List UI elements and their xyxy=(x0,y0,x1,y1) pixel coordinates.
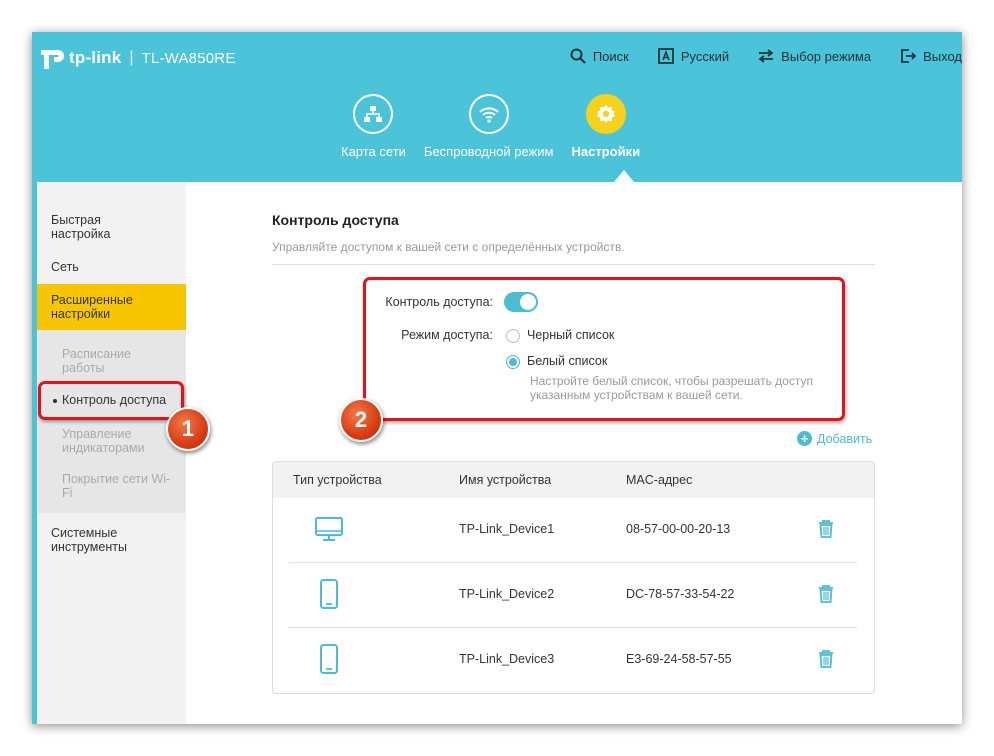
table-row: TP-Link_Device1 08-57-00-00-20-13 xyxy=(289,498,857,563)
sidebar-item-advanced[interactable]: Расширенные настройки xyxy=(51,293,161,321)
device-name: TP-Link_Device1 xyxy=(459,522,555,536)
main-tabs: Карта сети Беспроводной режим Настройки xyxy=(332,94,658,159)
sidebar-item-quick-setup[interactable]: Быстрая настройка xyxy=(51,213,141,241)
mode-select-button[interactable]: Выбор режима xyxy=(757,47,871,65)
smartphone-icon xyxy=(320,579,338,609)
step-badge-2: 2 xyxy=(339,398,383,442)
step-badge-1: 1 xyxy=(166,407,210,451)
logout-button[interactable]: Выход xyxy=(899,47,962,65)
active-tab-pointer xyxy=(614,170,634,182)
sidebar: Быстрая настройка Сеть Расширенные настр… xyxy=(37,182,186,724)
device-table: Тип устройства Имя устройства MAC-адрес … xyxy=(272,461,875,694)
header-device-name: Имя устройства xyxy=(459,473,552,487)
tab-wireless-label: Беспроводной режим xyxy=(423,144,554,159)
table-header: Тип устройства Имя устройства MAC-адрес xyxy=(273,462,874,498)
brand-name: tp-link xyxy=(69,48,122,67)
smartphone-icon xyxy=(320,644,338,674)
settings-gear-icon xyxy=(596,105,615,123)
search-label: Поиск xyxy=(592,48,629,64)
divider xyxy=(272,264,875,265)
top-navigation: Поиск Русский Выбор режима Выход xyxy=(541,47,962,65)
tab-network-map[interactable]: Карта сети xyxy=(341,94,406,159)
add-device-button[interactable]: + Добавить xyxy=(797,431,872,446)
language-icon xyxy=(657,48,674,64)
wireless-icon xyxy=(478,107,499,123)
sidebar-item-wifi-coverage[interactable]: Покрытие сети Wi-Fi xyxy=(62,472,177,500)
trash-icon[interactable] xyxy=(817,649,835,669)
header-mac: MAC-адрес xyxy=(626,473,693,487)
sidebar-item-network[interactable]: Сеть xyxy=(51,260,79,274)
page-description: Управляйте доступом к вашей сети с опред… xyxy=(272,240,625,254)
network-map-icon xyxy=(364,106,383,122)
logout-icon xyxy=(901,49,917,63)
device-mac: E3-69-24-58-57-55 xyxy=(626,652,732,666)
content-panel: Быстрая настройка Сеть Расширенные настр… xyxy=(37,182,962,724)
trash-icon[interactable] xyxy=(817,584,835,604)
tab-network-map-label: Карта сети xyxy=(341,144,406,159)
device-name: TP-Link_Device3 xyxy=(459,652,555,666)
trash-icon[interactable] xyxy=(817,519,835,539)
logout-label: Выход xyxy=(923,48,962,64)
search-icon xyxy=(570,48,586,64)
mode-switch-icon xyxy=(758,49,774,63)
mode-select-label: Выбор режима xyxy=(781,48,872,64)
tab-settings[interactable]: Настройки xyxy=(571,94,640,159)
sidebar-item-led-control[interactable]: Управление индикаторами xyxy=(62,427,157,455)
sidebar-item-system-tools[interactable]: Системные инструменты xyxy=(51,526,141,554)
tab-settings-label: Настройки xyxy=(571,144,641,159)
tp-link-logo-icon xyxy=(41,50,64,69)
page-title: Контроль доступа xyxy=(272,212,399,228)
device-mac: DC-78-57-33-54-22 xyxy=(626,587,735,601)
language-label: Русский xyxy=(680,48,730,64)
device-mac: 08-57-00-00-20-13 xyxy=(626,522,731,536)
table-row: TP-Link_Device3 E3-69-24-58-57-55 xyxy=(289,628,857,693)
search-button[interactable]: Поиск xyxy=(569,47,629,65)
callout-box-2 xyxy=(363,277,845,421)
sidebar-item-schedule[interactable]: Расписание работы xyxy=(62,347,152,375)
plus-icon: + xyxy=(797,431,812,446)
header-device-type: Тип устройства xyxy=(293,473,382,487)
add-device-label: Добавить xyxy=(817,431,873,446)
brand-separator: | xyxy=(129,49,134,66)
callout-box-1 xyxy=(38,381,184,420)
tab-wireless[interactable]: Беспроводной режим xyxy=(423,94,554,159)
table-row: TP-Link_Device2 DC-78-57-33-54-22 xyxy=(289,563,857,628)
tp-link-logo: tp-link | TL-WA850RE xyxy=(38,44,236,72)
desktop-monitor-icon xyxy=(315,517,343,541)
model-name: TL-WA850RE xyxy=(141,49,236,67)
language-button[interactable]: Русский xyxy=(657,47,729,65)
device-name: TP-Link_Device2 xyxy=(459,587,555,601)
